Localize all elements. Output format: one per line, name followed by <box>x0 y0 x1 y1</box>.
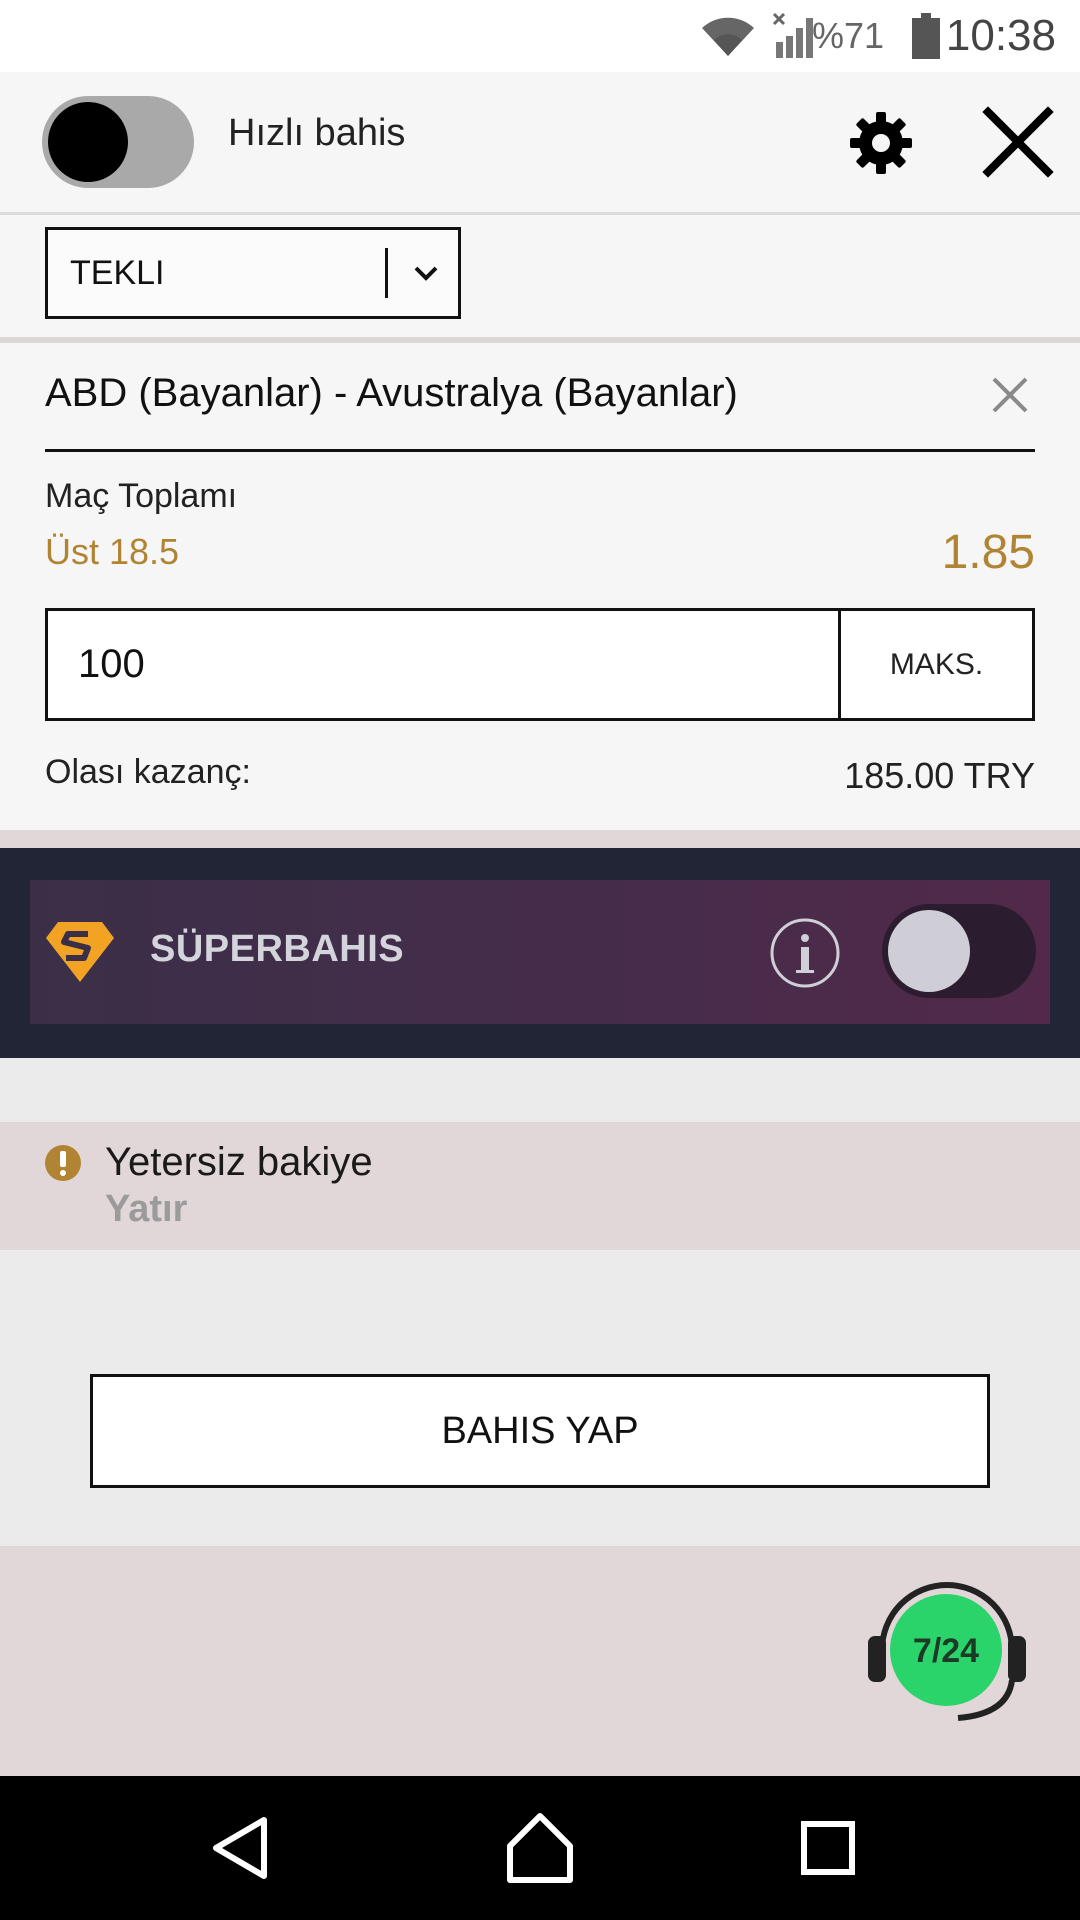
superbahis-section: SÜPERBAHIS <box>0 848 1080 1058</box>
superbahis-title: SÜPERBAHIS <box>150 928 405 970</box>
quick-bet-label: Hızlı bahis <box>228 112 406 154</box>
bet-type-row: TEKLI <box>0 215 1080 343</box>
divider <box>45 449 1035 452</box>
stake-box: MAKS. <box>45 608 1035 721</box>
settings-gear-icon[interactable] <box>848 110 914 176</box>
odds-value: 1.85 <box>941 526 1035 579</box>
max-stake-button[interactable]: MAKS. <box>838 611 1032 718</box>
wifi-icon <box>700 0 756 72</box>
info-icon[interactable] <box>770 918 840 988</box>
superbahis-toggle[interactable] <box>882 904 1036 998</box>
select-divider <box>385 248 388 298</box>
superbahis-bar: SÜPERBAHIS <box>30 880 1050 1024</box>
bet-slip-header: Hızlı bahis <box>0 72 1080 215</box>
quick-bet-toggle-knob <box>48 102 128 182</box>
potential-win-value: 185.00 TRY <box>844 755 1035 796</box>
superbahis-logo-icon <box>44 918 116 986</box>
support-badge-text: 7/24 <box>913 1632 979 1670</box>
back-icon[interactable] <box>200 1808 280 1888</box>
stake-input[interactable] <box>48 611 840 718</box>
clock: 10:38 <box>945 11 1056 60</box>
deposit-link[interactable]: Yatır <box>105 1188 187 1231</box>
warning-icon <box>44 1144 82 1182</box>
bet-card: ABD (Bayanlar) - Avustralya (Bayanlar) M… <box>0 343 1080 830</box>
potential-win-label: Olası kazanç: <box>45 753 251 791</box>
insufficient-balance-warning: Yetersiz bakiye Yatır <box>0 1122 1080 1250</box>
close-icon[interactable] <box>978 102 1058 182</box>
place-bet-button[interactable]: BAHIS YAP <box>90 1374 990 1488</box>
battery-percent: %71 <box>811 15 884 56</box>
remove-bet-icon[interactable] <box>990 375 1030 415</box>
status-bar: %71 10:38 <box>0 0 1080 72</box>
section-gap <box>0 830 1080 848</box>
recents-icon[interactable] <box>788 1808 868 1888</box>
market-name: Maç Toplamı <box>45 477 238 515</box>
selection-name: Üst 18.5 <box>45 531 180 572</box>
match-title: ABD (Bayanlar) - Avustralya (Bayanlar) <box>45 371 738 415</box>
quick-bet-toggle[interactable] <box>42 96 194 188</box>
support-chat-button[interactable]: 7/24 <box>862 1562 1032 1732</box>
warning-message: Yetersiz bakiye <box>105 1140 373 1184</box>
battery-icon <box>912 0 940 72</box>
chevron-down-icon <box>408 255 444 291</box>
bet-type-selected: TEKLI <box>70 254 165 292</box>
android-nav-bar <box>0 1776 1080 1920</box>
superbahis-toggle-knob <box>888 910 970 992</box>
bet-type-select[interactable]: TEKLI <box>45 227 461 319</box>
home-icon[interactable] <box>500 1808 580 1888</box>
